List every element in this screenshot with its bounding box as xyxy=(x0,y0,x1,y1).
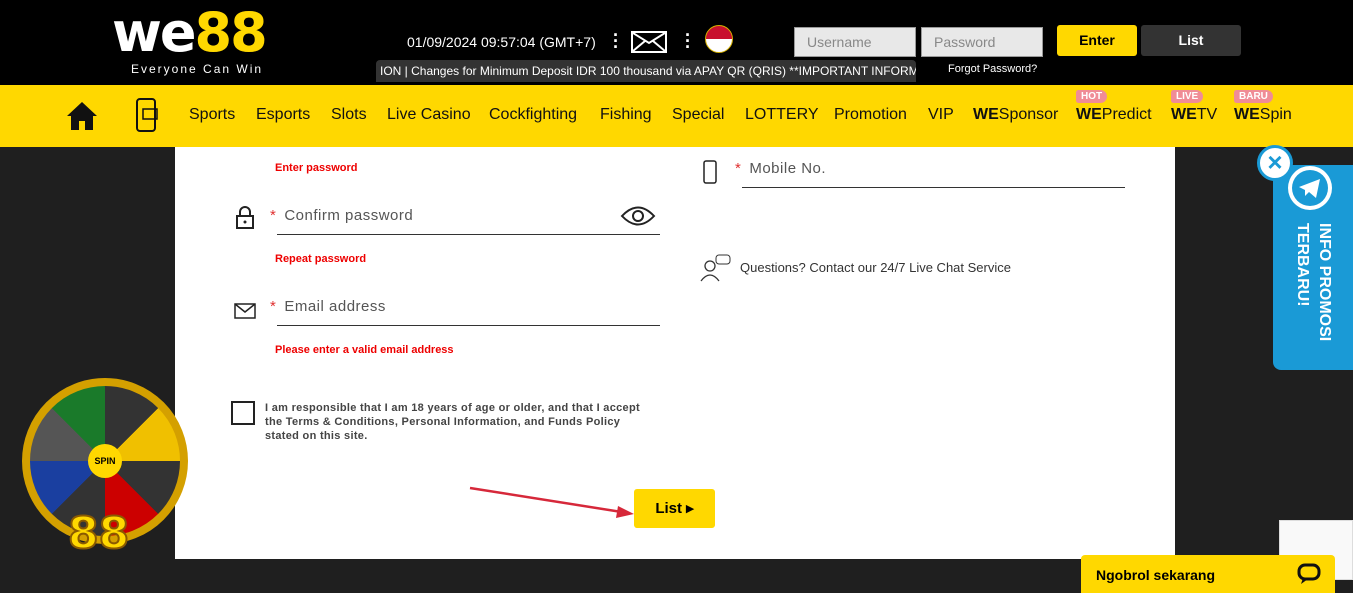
eye-icon[interactable] xyxy=(620,205,656,232)
nav-wepredict[interactable]: WEPredict xyxy=(1076,106,1152,124)
input-underline xyxy=(277,234,660,235)
list-button[interactable]: List xyxy=(1141,25,1241,56)
live-chat-icon xyxy=(700,254,732,287)
email-error: Please enter a valid email address xyxy=(275,344,454,356)
enter-button[interactable]: Enter xyxy=(1057,25,1137,56)
password-input[interactable]: Password xyxy=(921,27,1043,57)
nav-promotion[interactable]: Promotion xyxy=(834,106,907,124)
divider: · · · xyxy=(685,25,691,57)
submit-list-button[interactable]: List ▸ xyxy=(634,489,715,528)
mobile-app-icon[interactable] xyxy=(134,97,160,138)
top-bar: we88 Everyone Can Win 01/09/2024 09:57:0… xyxy=(0,0,1353,85)
datetime: 01/09/2024 09:57:04 (GMT+7) xyxy=(407,34,596,50)
promo-banner[interactable]: INFO PROMOSI TERBARU! xyxy=(1273,165,1353,370)
nav-live-casino[interactable]: Live Casino xyxy=(387,106,471,124)
nav-wespin[interactable]: WESpin xyxy=(1234,106,1292,124)
phone-icon xyxy=(703,160,717,189)
baru-badge: BARU xyxy=(1234,90,1273,103)
home-icon[interactable] xyxy=(66,101,98,136)
live-badge: LIVE xyxy=(1171,90,1204,103)
divider: · · · xyxy=(613,25,619,57)
confirm-password-error: Repeat password xyxy=(275,253,367,265)
mobile-input[interactable]: * Mobile No. xyxy=(735,160,826,177)
email-input[interactable]: * Email address xyxy=(270,298,386,315)
lock-icon xyxy=(235,206,255,235)
nav-sports[interactable]: Sports xyxy=(189,106,235,124)
nav-vip[interactable]: VIP xyxy=(928,106,954,124)
annotation-arrow xyxy=(469,486,634,518)
mail-icon[interactable] xyxy=(631,31,667,53)
username-input[interactable]: Username xyxy=(794,27,916,57)
nav-cockfighting[interactable]: Cockfighting xyxy=(489,106,577,124)
live-chat-link[interactable]: Questions? Contact our 24/7 Live Chat Se… xyxy=(740,260,1011,275)
forgot-password-link[interactable]: Forgot Password? xyxy=(948,63,1037,75)
input-underline xyxy=(277,325,660,326)
chat-widget[interactable]: Ngobrol sekarang xyxy=(1081,555,1335,593)
main-nav: Sports Esports Slots Live Casino Cockfig… xyxy=(0,85,1353,147)
wheel-brand: 88 xyxy=(67,507,130,560)
nav-esports[interactable]: Esports xyxy=(256,106,310,124)
nav-wetv[interactable]: WETV xyxy=(1171,106,1217,124)
confirm-password-input[interactable]: * Confirm password xyxy=(270,207,413,224)
nav-fishing[interactable]: Fishing xyxy=(600,106,652,124)
close-icon[interactable]: × xyxy=(1257,145,1293,181)
nav-slots[interactable]: Slots xyxy=(331,106,367,124)
indonesia-flag-icon[interactable] xyxy=(705,25,733,53)
telegram-icon xyxy=(1287,165,1333,216)
tagline: Everyone Can Win xyxy=(131,62,264,76)
promo-text: INFO PROMOSI TERBARU! xyxy=(1294,223,1333,342)
chat-bubble-icon xyxy=(1297,563,1321,588)
envelope-icon xyxy=(234,303,256,324)
announcement-ticker[interactable]: ION | Changes for Minimum Deposit IDR 10… xyxy=(376,60,916,82)
nav-wesponsor[interactable]: WESponsor xyxy=(973,106,1058,124)
password-error: Enter password xyxy=(275,162,358,174)
nav-lottery[interactable]: LOTTERY xyxy=(745,106,819,124)
terms-text: I am responsible that I am 18 years of a… xyxy=(265,402,640,442)
nav-special[interactable]: Special xyxy=(672,106,724,124)
logo[interactable]: we88 xyxy=(112,6,268,60)
terms-checkbox[interactable] xyxy=(231,401,255,425)
input-underline xyxy=(742,187,1125,188)
spin-hub[interactable]: SPIN xyxy=(88,444,122,478)
hot-badge: HOT xyxy=(1076,90,1108,103)
